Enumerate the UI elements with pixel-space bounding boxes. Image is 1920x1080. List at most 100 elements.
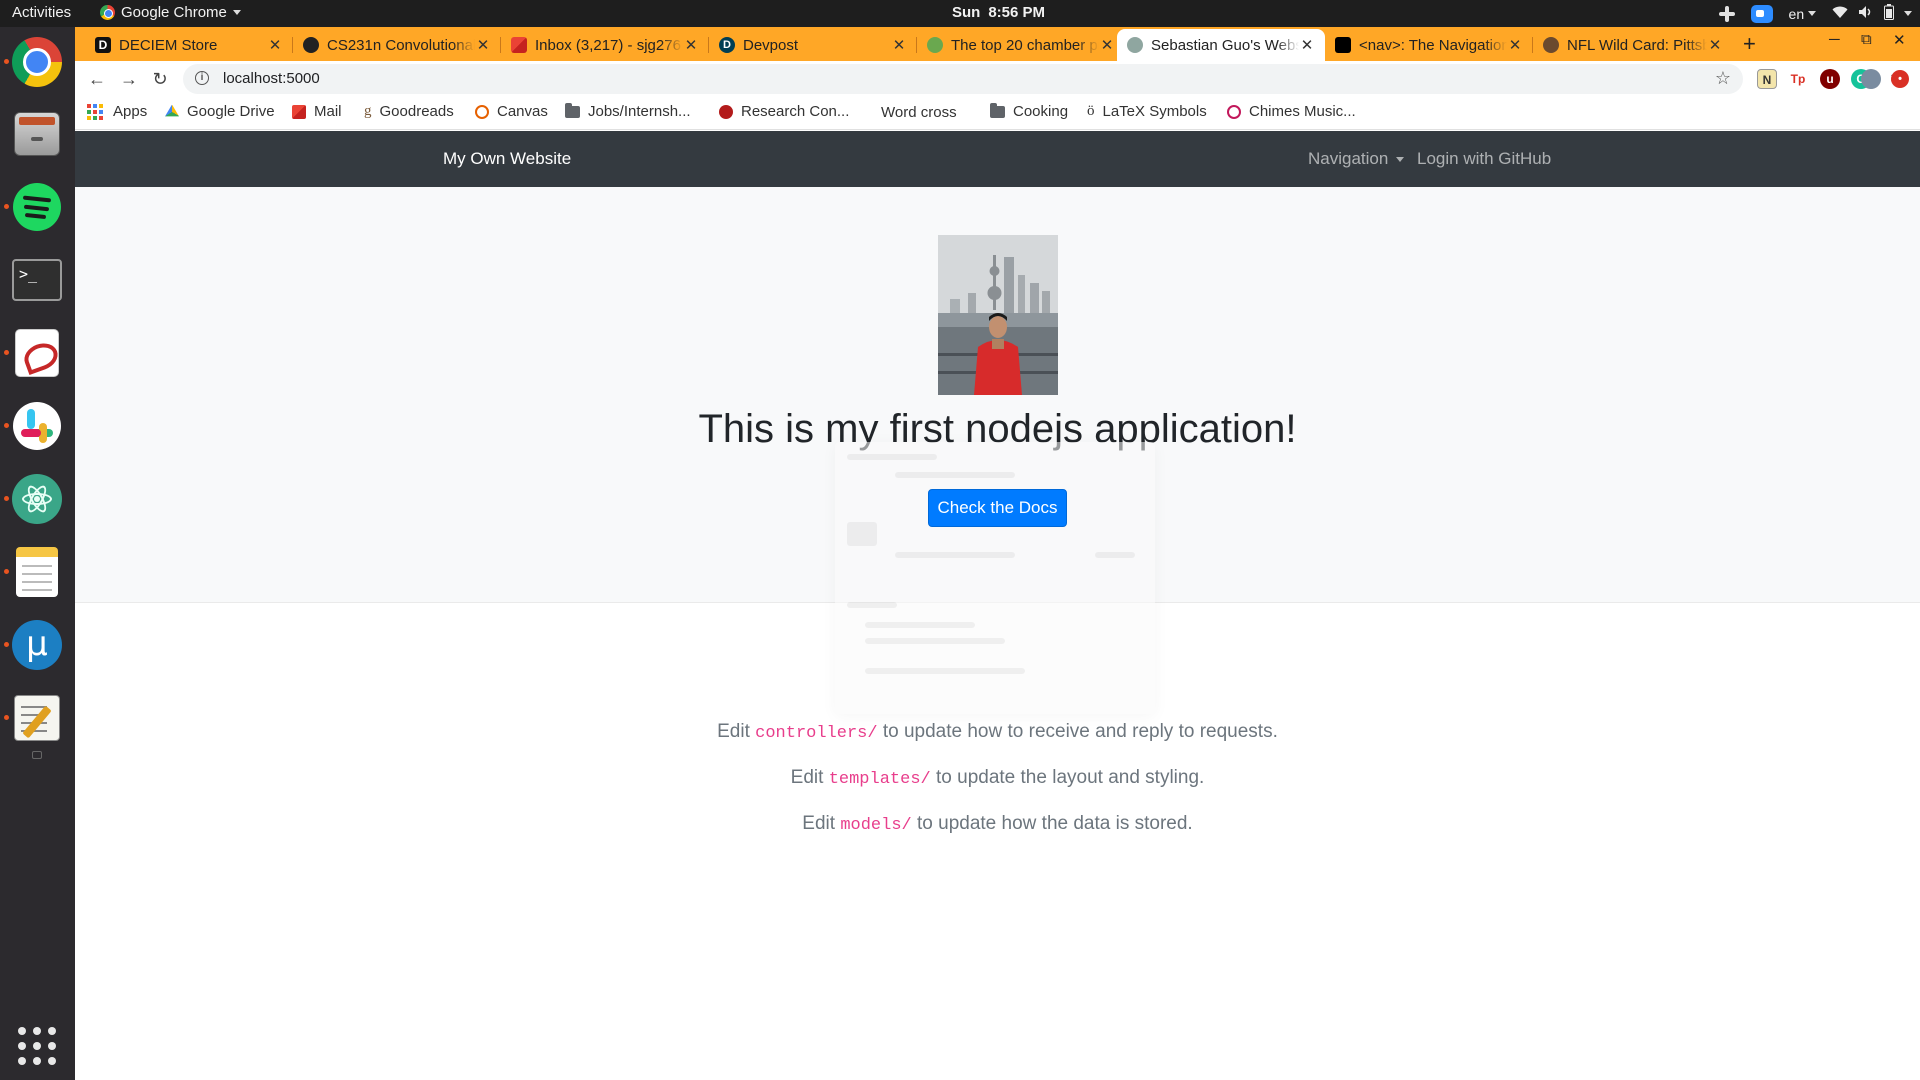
- browser-toolbar: ← → ↻ i localhost:5000 ☆ N Tp u G ≡: [75, 61, 1920, 97]
- reload-button[interactable]: ↻: [148, 67, 172, 91]
- ublock-extension-icon[interactable]: u: [1820, 69, 1840, 89]
- login-github-link[interactable]: Login with GitHub: [1417, 149, 1551, 169]
- minimize-button[interactable]: ─: [1829, 31, 1840, 48]
- close-icon[interactable]: ✕: [267, 36, 283, 54]
- bookmark-word-cross[interactable]: 𝔋 Word cross: [873, 103, 957, 121]
- new-tab-button[interactable]: +: [1743, 31, 1756, 57]
- code-path: models/: [840, 816, 911, 835]
- dock-spotify[interactable]: [10, 180, 64, 234]
- tab-nfl[interactable]: NFL Wild Card: Pittsburgh ✕: [1533, 29, 1733, 61]
- dock-document-viewer[interactable]: [10, 326, 64, 380]
- code-path: controllers/: [755, 724, 877, 743]
- tab-deciem[interactable]: D DECIEM Store ✕: [85, 29, 293, 61]
- tab-chamber-pieces[interactable]: The top 20 chamber pieces ✕: [917, 29, 1125, 61]
- show-applications-icon[interactable]: [18, 1027, 56, 1065]
- tab-nav-mdn[interactable]: <nav>: The Navigation Section ✕: [1325, 29, 1533, 61]
- running-indicator: [4, 642, 9, 647]
- edit-instruction-templates: Edit templates/ to update the layout and…: [75, 767, 1920, 789]
- bookmark-star-icon[interactable]: ☆: [1715, 68, 1731, 89]
- info-icon[interactable]: i: [195, 71, 209, 85]
- close-icon[interactable]: ✕: [683, 36, 699, 54]
- restore-button[interactable]: ⧉: [1861, 31, 1872, 48]
- back-button[interactable]: ←: [85, 67, 109, 91]
- trash-icon[interactable]: [32, 751, 42, 759]
- language-label: en: [1789, 6, 1805, 22]
- hero-section: This is my first nodejs application! Che…: [75, 187, 1920, 603]
- bookmark-cooking-folder[interactable]: Cooking: [990, 103, 1068, 120]
- close-window-button[interactable]: ✕: [1893, 31, 1906, 49]
- status-menu[interactable]: [1824, 0, 1920, 27]
- close-icon[interactable]: ✕: [1099, 36, 1115, 54]
- document-viewer-icon: [15, 329, 59, 377]
- dock-text-editor[interactable]: [10, 691, 64, 745]
- bookmark-jobs-folder[interactable]: Jobs/Internsh...: [565, 103, 691, 120]
- dock-slack[interactable]: [10, 399, 64, 453]
- dock-notes[interactable]: [10, 545, 64, 599]
- activities-button[interactable]: Activities: [12, 4, 71, 21]
- tab-title: Devpost: [743, 37, 891, 54]
- running-indicator: [4, 204, 9, 209]
- bookmark-label: Canvas: [497, 103, 548, 120]
- language-indicator[interactable]: en: [1781, 0, 1824, 27]
- spotify-icon: [13, 183, 61, 231]
- close-icon[interactable]: ✕: [475, 36, 491, 54]
- bookmarks-bar: Apps Google Drive Mail g Goodreads Canva…: [75, 97, 1920, 130]
- navigation-dropdown[interactable]: Navigation: [1308, 149, 1404, 169]
- close-icon[interactable]: ✕: [1507, 36, 1523, 54]
- app-menu[interactable]: Google Chrome: [100, 4, 241, 21]
- dock-files[interactable]: [10, 107, 64, 161]
- dock-terminal[interactable]: >_: [10, 253, 64, 307]
- bookmark-apps[interactable]: Apps: [87, 103, 147, 120]
- site-brand[interactable]: My Own Website: [443, 149, 571, 169]
- drive-icon: [165, 105, 179, 119]
- running-indicator: [4, 715, 9, 720]
- bookmark-mail[interactable]: Mail: [292, 103, 342, 120]
- forward-button[interactable]: →: [117, 67, 141, 91]
- chevron-down-icon: [1904, 11, 1912, 16]
- bookmark-research[interactable]: Research Con...: [719, 103, 849, 120]
- tp-extension-icon[interactable]: Tp: [1788, 69, 1808, 89]
- tab-title: NFL Wild Card: Pittsburgh: [1567, 37, 1707, 54]
- tab-strip: D DECIEM Store ✕ CS231n Convolutional Ne…: [75, 27, 1920, 61]
- terminal-icon: >_: [12, 259, 62, 301]
- bookmark-google-drive[interactable]: Google Drive: [165, 103, 275, 120]
- running-indicator: [4, 350, 9, 355]
- dock-musescore[interactable]: μ: [10, 618, 64, 672]
- bookmark-goodreads[interactable]: g Goodreads: [364, 103, 454, 120]
- system-clock[interactable]: Sun 8:56 PM: [952, 4, 1045, 21]
- site-navbar: My Own Website Navigation Login with Git…: [75, 131, 1920, 187]
- check-docs-button[interactable]: Check the Docs: [928, 489, 1067, 527]
- edit-instruction-controllers: Edit controllers/ to update how to recei…: [75, 721, 1920, 743]
- dock-atom[interactable]: [10, 472, 64, 526]
- running-indicator: [4, 496, 9, 501]
- close-icon[interactable]: ✕: [891, 36, 907, 54]
- mdn-favicon-icon: [1335, 37, 1351, 53]
- bookmark-label: Mail: [314, 103, 342, 120]
- browser-window: D DECIEM Store ✕ CS231n Convolutional Ne…: [75, 27, 1920, 1080]
- bookmark-chimes-music[interactable]: Chimes Music...: [1227, 103, 1356, 120]
- slack-tray-icon[interactable]: [1711, 0, 1743, 27]
- update-alert-icon[interactable]: •: [1891, 70, 1909, 88]
- tab-title: <nav>: The Navigation Section: [1359, 37, 1507, 54]
- zoom-tray-icon[interactable]: [1743, 0, 1781, 27]
- atom-icon: [12, 474, 62, 524]
- dock-chrome[interactable]: [10, 35, 64, 89]
- profile-avatar[interactable]: [1861, 69, 1881, 89]
- address-bar[interactable]: i localhost:5000 ☆: [183, 64, 1743, 94]
- bookmark-label: Apps: [113, 103, 147, 120]
- running-indicator: [4, 423, 9, 428]
- research-icon: [719, 105, 733, 119]
- page-viewport: My Own Website Navigation Login with Git…: [75, 131, 1920, 1080]
- tab-sebastian-website[interactable]: Sebastian Guo's Website ✕: [1117, 29, 1325, 61]
- tab-devpost[interactable]: D Devpost ✕: [709, 29, 917, 61]
- bookmark-label: LaTeX Symbols: [1103, 103, 1207, 120]
- bookmark-latex-symbols[interactable]: ӧ LaTeX Symbols: [1087, 103, 1207, 120]
- bookmark-canvas[interactable]: Canvas: [475, 103, 548, 120]
- tab-inbox[interactable]: Inbox (3,217) - sjg276 ✕: [501, 29, 709, 61]
- close-icon[interactable]: ✕: [1707, 36, 1723, 54]
- close-icon[interactable]: ✕: [1299, 36, 1315, 54]
- tab-cs231n[interactable]: CS231n Convolutional Neural Networks ✕: [293, 29, 501, 61]
- notion-extension-icon[interactable]: N: [1757, 69, 1777, 89]
- canvas-icon: [475, 105, 489, 119]
- tab-title: DECIEM Store: [119, 37, 267, 54]
